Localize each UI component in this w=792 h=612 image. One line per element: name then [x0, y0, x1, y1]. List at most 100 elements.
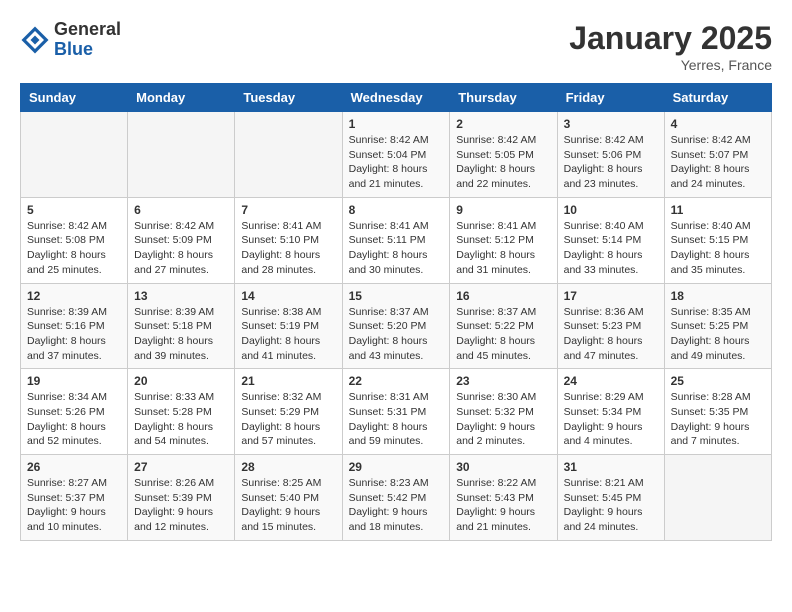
calendar-day-cell: 10 Sunrise: 8:40 AM Sunset: 5:14 PM Dayli…: [557, 197, 664, 283]
calendar-table: SundayMondayTuesdayWednesdayThursdayFrid…: [20, 83, 772, 541]
weekday-header: Wednesday: [342, 84, 450, 112]
day-info: Sunrise: 8:41 AM Sunset: 5:12 PM Dayligh…: [456, 219, 550, 278]
day-number: 3: [564, 117, 658, 131]
logo-icon: [20, 25, 50, 55]
weekday-header: Saturday: [664, 84, 771, 112]
calendar-day-cell: 17 Sunrise: 8:36 AM Sunset: 5:23 PM Dayli…: [557, 283, 664, 369]
day-number: 21: [241, 374, 335, 388]
day-number: 9: [456, 203, 550, 217]
calendar-day-cell: [235, 112, 342, 198]
calendar-day-cell: 24 Sunrise: 8:29 AM Sunset: 5:34 PM Dayli…: [557, 369, 664, 455]
calendar-day-cell: 4Sunrise: 8:42 AM Sunset: 5:07 PM Daylig…: [664, 112, 771, 198]
day-info: Sunrise: 8:30 AM Sunset: 5:32 PM Dayligh…: [456, 390, 550, 449]
day-info: Sunrise: 8:42 AM Sunset: 5:08 PM Dayligh…: [27, 219, 121, 278]
day-number: 17: [564, 289, 658, 303]
calendar-day-cell: 22 Sunrise: 8:31 AM Sunset: 5:31 PM Dayli…: [342, 369, 450, 455]
day-info: Sunrise: 8:40 AM Sunset: 5:14 PM Dayligh…: [564, 219, 658, 278]
calendar-day-cell: 14Sunrise: 8:38 AM Sunset: 5:19 PM Dayli…: [235, 283, 342, 369]
weekday-header: Thursday: [450, 84, 557, 112]
day-info: Sunrise: 8:39 AM Sunset: 5:16 PM Dayligh…: [27, 305, 121, 364]
day-info: Sunrise: 8:25 AM Sunset: 5:40 PM Dayligh…: [241, 476, 335, 535]
calendar-day-cell: 20Sunrise: 8:33 AM Sunset: 5:28 PM Dayli…: [128, 369, 235, 455]
day-info: Sunrise: 8:26 AM Sunset: 5:39 PM Dayligh…: [134, 476, 228, 535]
day-number: 6: [134, 203, 228, 217]
calendar-day-cell: 31Sunrise: 8:21 AM Sunset: 5:45 PM Dayli…: [557, 455, 664, 541]
logo-general-text: General: [54, 20, 121, 40]
day-number: 23: [456, 374, 550, 388]
day-number: 7: [241, 203, 335, 217]
calendar-day-cell: 21 Sunrise: 8:32 AM Sunset: 5:29 PM Dayli…: [235, 369, 342, 455]
day-info: Sunrise: 8:32 AM Sunset: 5:29 PM Dayligh…: [241, 390, 335, 449]
day-number: 10: [564, 203, 658, 217]
day-number: 31: [564, 460, 658, 474]
day-info: Sunrise: 8:37 AM Sunset: 5:20 PM Dayligh…: [349, 305, 444, 364]
day-info: Sunrise: 8:27 AM Sunset: 5:37 PM Dayligh…: [27, 476, 121, 535]
day-info: Sunrise: 8:39 AM Sunset: 5:18 PM Dayligh…: [134, 305, 228, 364]
day-number: 20: [134, 374, 228, 388]
day-number: 27: [134, 460, 228, 474]
day-info: Sunrise: 8:41 AM Sunset: 5:10 PM Dayligh…: [241, 219, 335, 278]
calendar-day-cell: 25Sunrise: 8:28 AM Sunset: 5:35 PM Dayli…: [664, 369, 771, 455]
day-info: Sunrise: 8:29 AM Sunset: 5:34 PM Dayligh…: [564, 390, 658, 449]
calendar-day-cell: 18 Sunrise: 8:35 AM Sunset: 5:25 PM Dayli…: [664, 283, 771, 369]
weekday-header: Friday: [557, 84, 664, 112]
calendar-day-cell: 28 Sunrise: 8:25 AM Sunset: 5:40 PM Dayli…: [235, 455, 342, 541]
logo-blue-text: Blue: [54, 40, 121, 60]
calendar-day-cell: [664, 455, 771, 541]
calendar-day-cell: 16 Sunrise: 8:37 AM Sunset: 5:22 PM Dayli…: [450, 283, 557, 369]
calendar-day-cell: 19Sunrise: 8:34 AM Sunset: 5:26 PM Dayli…: [21, 369, 128, 455]
day-number: 14: [241, 289, 335, 303]
day-info: Sunrise: 8:42 AM Sunset: 5:09 PM Dayligh…: [134, 219, 228, 278]
day-number: 22: [349, 374, 444, 388]
calendar-day-cell: 13 Sunrise: 8:39 AM Sunset: 5:18 PM Dayli…: [128, 283, 235, 369]
calendar-week-row: 5 Sunrise: 8:42 AM Sunset: 5:08 PM Daylig…: [21, 197, 772, 283]
day-number: 28: [241, 460, 335, 474]
calendar-day-cell: 2Sunrise: 8:42 AM Sunset: 5:05 PM Daylig…: [450, 112, 557, 198]
day-info: Sunrise: 8:42 AM Sunset: 5:05 PM Dayligh…: [456, 133, 550, 192]
day-info: Sunrise: 8:28 AM Sunset: 5:35 PM Dayligh…: [671, 390, 765, 449]
day-number: 1: [349, 117, 444, 131]
day-info: Sunrise: 8:40 AM Sunset: 5:15 PM Dayligh…: [671, 219, 765, 278]
day-number: 30: [456, 460, 550, 474]
calendar-day-cell: [128, 112, 235, 198]
title-block: January 2025 Yerres, France: [569, 20, 772, 73]
day-number: 16: [456, 289, 550, 303]
calendar-week-row: 26 Sunrise: 8:27 AM Sunset: 5:37 PM Dayli…: [21, 455, 772, 541]
calendar-header-row: SundayMondayTuesdayWednesdayThursdayFrid…: [21, 84, 772, 112]
month-title: January 2025: [569, 20, 772, 57]
day-number: 26: [27, 460, 121, 474]
day-number: 5: [27, 203, 121, 217]
page-header: General Blue January 2025 Yerres, France: [20, 20, 772, 73]
calendar-day-cell: 23 Sunrise: 8:30 AM Sunset: 5:32 PM Dayli…: [450, 369, 557, 455]
calendar-week-row: 12Sunrise: 8:39 AM Sunset: 5:16 PM Dayli…: [21, 283, 772, 369]
day-number: 11: [671, 203, 765, 217]
calendar-day-cell: 8Sunrise: 8:41 AM Sunset: 5:11 PM Daylig…: [342, 197, 450, 283]
calendar-day-cell: 27 Sunrise: 8:26 AM Sunset: 5:39 PM Dayli…: [128, 455, 235, 541]
calendar-day-cell: 1 Sunrise: 8:42 AM Sunset: 5:04 PM Daylig…: [342, 112, 450, 198]
weekday-header: Sunday: [21, 84, 128, 112]
calendar-day-cell: 29 Sunrise: 8:23 AM Sunset: 5:42 PM Dayli…: [342, 455, 450, 541]
day-number: 19: [27, 374, 121, 388]
calendar-day-cell: 5 Sunrise: 8:42 AM Sunset: 5:08 PM Daylig…: [21, 197, 128, 283]
day-number: 29: [349, 460, 444, 474]
day-number: 13: [134, 289, 228, 303]
day-number: 8: [349, 203, 444, 217]
calendar-day-cell: 11 Sunrise: 8:40 AM Sunset: 5:15 PM Dayli…: [664, 197, 771, 283]
day-info: Sunrise: 8:23 AM Sunset: 5:42 PM Dayligh…: [349, 476, 444, 535]
calendar-day-cell: 15 Sunrise: 8:37 AM Sunset: 5:20 PM Dayli…: [342, 283, 450, 369]
day-number: 24: [564, 374, 658, 388]
day-info: Sunrise: 8:35 AM Sunset: 5:25 PM Dayligh…: [671, 305, 765, 364]
logo: General Blue: [20, 20, 121, 60]
day-info: Sunrise: 8:42 AM Sunset: 5:04 PM Dayligh…: [349, 133, 444, 192]
day-number: 18: [671, 289, 765, 303]
day-info: Sunrise: 8:22 AM Sunset: 5:43 PM Dayligh…: [456, 476, 550, 535]
calendar-day-cell: 6 Sunrise: 8:42 AM Sunset: 5:09 PM Daylig…: [128, 197, 235, 283]
day-info: Sunrise: 8:31 AM Sunset: 5:31 PM Dayligh…: [349, 390, 444, 449]
logo-text: General Blue: [54, 20, 121, 60]
calendar-week-row: 19Sunrise: 8:34 AM Sunset: 5:26 PM Dayli…: [21, 369, 772, 455]
day-info: Sunrise: 8:37 AM Sunset: 5:22 PM Dayligh…: [456, 305, 550, 364]
day-number: 15: [349, 289, 444, 303]
day-number: 4: [671, 117, 765, 131]
day-info: Sunrise: 8:42 AM Sunset: 5:06 PM Dayligh…: [564, 133, 658, 192]
day-info: Sunrise: 8:36 AM Sunset: 5:23 PM Dayligh…: [564, 305, 658, 364]
